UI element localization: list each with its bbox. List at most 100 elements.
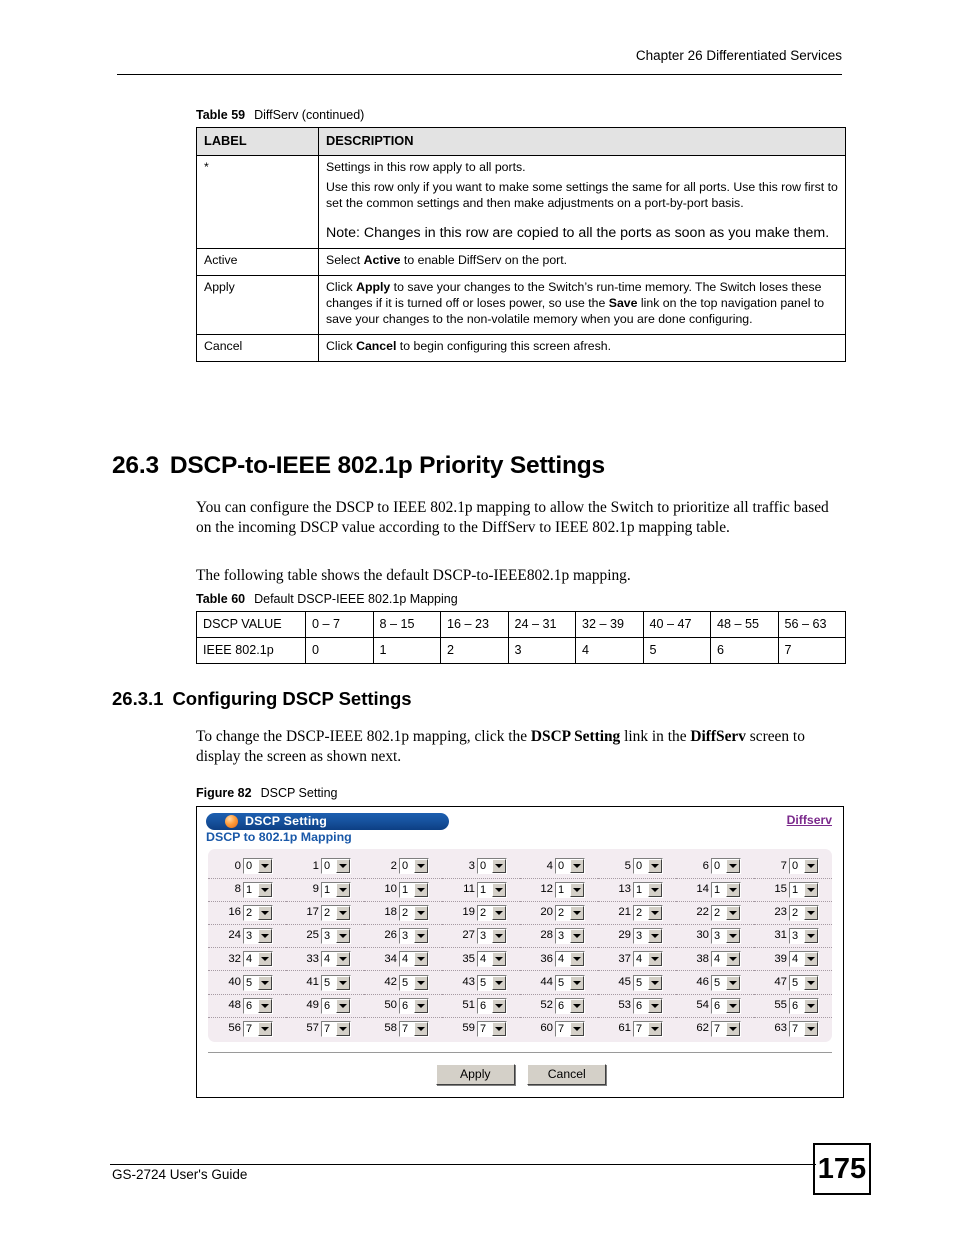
- chevron-down-icon[interactable]: [492, 929, 506, 944]
- chevron-down-icon[interactable]: [336, 859, 350, 874]
- priority-select[interactable]: 5: [477, 974, 507, 991]
- priority-select[interactable]: 1: [555, 881, 585, 898]
- chevron-down-icon[interactable]: [414, 998, 428, 1013]
- priority-select[interactable]: 0: [555, 858, 585, 875]
- chevron-down-icon[interactable]: [492, 905, 506, 920]
- chevron-down-icon[interactable]: [726, 929, 740, 944]
- priority-select[interactable]: 3: [633, 928, 663, 945]
- chevron-down-icon[interactable]: [492, 882, 506, 897]
- chevron-down-icon[interactable]: [726, 905, 740, 920]
- priority-select[interactable]: 3: [243, 928, 273, 945]
- priority-select[interactable]: 1: [711, 881, 741, 898]
- priority-select[interactable]: 0: [321, 858, 351, 875]
- priority-select[interactable]: 3: [711, 928, 741, 945]
- chevron-down-icon[interactable]: [258, 1022, 272, 1037]
- priority-select[interactable]: 3: [399, 928, 429, 945]
- chevron-down-icon[interactable]: [414, 1022, 428, 1037]
- priority-select[interactable]: 0: [633, 858, 663, 875]
- priority-select[interactable]: 2: [243, 904, 273, 921]
- chevron-down-icon[interactable]: [258, 998, 272, 1013]
- chevron-down-icon[interactable]: [336, 952, 350, 967]
- priority-select[interactable]: 1: [399, 881, 429, 898]
- chevron-down-icon[interactable]: [258, 905, 272, 920]
- chevron-down-icon[interactable]: [648, 975, 662, 990]
- priority-select[interactable]: 7: [477, 1021, 507, 1038]
- priority-select[interactable]: 6: [243, 997, 273, 1014]
- chevron-down-icon[interactable]: [804, 905, 818, 920]
- chevron-down-icon[interactable]: [414, 859, 428, 874]
- chevron-down-icon[interactable]: [570, 975, 584, 990]
- priority-select[interactable]: 7: [243, 1021, 273, 1038]
- chevron-down-icon[interactable]: [726, 952, 740, 967]
- priority-select[interactable]: 7: [711, 1021, 741, 1038]
- chevron-down-icon[interactable]: [570, 998, 584, 1013]
- priority-select[interactable]: 5: [555, 974, 585, 991]
- priority-select[interactable]: 1: [633, 881, 663, 898]
- chevron-down-icon[interactable]: [492, 859, 506, 874]
- priority-select[interactable]: 7: [789, 1021, 819, 1038]
- priority-select[interactable]: 7: [633, 1021, 663, 1038]
- chevron-down-icon[interactable]: [804, 882, 818, 897]
- priority-select[interactable]: 0: [243, 858, 273, 875]
- chevron-down-icon[interactable]: [804, 975, 818, 990]
- priority-select[interactable]: 6: [321, 997, 351, 1014]
- chevron-down-icon[interactable]: [570, 859, 584, 874]
- chevron-down-icon[interactable]: [336, 905, 350, 920]
- chevron-down-icon[interactable]: [258, 859, 272, 874]
- priority-select[interactable]: 4: [321, 951, 351, 968]
- priority-select[interactable]: 3: [789, 928, 819, 945]
- chevron-down-icon[interactable]: [726, 882, 740, 897]
- priority-select[interactable]: 4: [243, 951, 273, 968]
- chevron-down-icon[interactable]: [336, 929, 350, 944]
- chevron-down-icon[interactable]: [648, 905, 662, 920]
- priority-select[interactable]: 6: [399, 997, 429, 1014]
- priority-select[interactable]: 7: [399, 1021, 429, 1038]
- chevron-down-icon[interactable]: [804, 952, 818, 967]
- chevron-down-icon[interactable]: [414, 882, 428, 897]
- priority-select[interactable]: 2: [399, 904, 429, 921]
- priority-select[interactable]: 6: [711, 997, 741, 1014]
- priority-select[interactable]: 1: [477, 881, 507, 898]
- chevron-down-icon[interactable]: [492, 1022, 506, 1037]
- chevron-down-icon[interactable]: [648, 929, 662, 944]
- chevron-down-icon[interactable]: [726, 859, 740, 874]
- priority-select[interactable]: 5: [399, 974, 429, 991]
- priority-select[interactable]: 4: [399, 951, 429, 968]
- chevron-down-icon[interactable]: [258, 952, 272, 967]
- chevron-down-icon[interactable]: [648, 859, 662, 874]
- priority-select[interactable]: 0: [789, 858, 819, 875]
- priority-select[interactable]: 2: [789, 904, 819, 921]
- priority-select[interactable]: 2: [555, 904, 585, 921]
- chevron-down-icon[interactable]: [414, 952, 428, 967]
- priority-select[interactable]: 1: [321, 881, 351, 898]
- chevron-down-icon[interactable]: [726, 975, 740, 990]
- chevron-down-icon[interactable]: [804, 998, 818, 1013]
- chevron-down-icon[interactable]: [336, 882, 350, 897]
- priority-select[interactable]: 6: [633, 997, 663, 1014]
- chevron-down-icon[interactable]: [648, 882, 662, 897]
- chevron-down-icon[interactable]: [648, 998, 662, 1013]
- priority-select[interactable]: 2: [477, 904, 507, 921]
- priority-select[interactable]: 6: [477, 997, 507, 1014]
- priority-select[interactable]: 0: [711, 858, 741, 875]
- chevron-down-icon[interactable]: [648, 952, 662, 967]
- chevron-down-icon[interactable]: [414, 975, 428, 990]
- priority-select[interactable]: 3: [477, 928, 507, 945]
- priority-select[interactable]: 7: [555, 1021, 585, 1038]
- chevron-down-icon[interactable]: [414, 929, 428, 944]
- chevron-down-icon[interactable]: [570, 929, 584, 944]
- chevron-down-icon[interactable]: [570, 882, 584, 897]
- chevron-down-icon[interactable]: [258, 929, 272, 944]
- priority-select[interactable]: 5: [243, 974, 273, 991]
- priority-select[interactable]: 4: [477, 951, 507, 968]
- priority-select[interactable]: 5: [633, 974, 663, 991]
- chevron-down-icon[interactable]: [258, 975, 272, 990]
- priority-select[interactable]: 4: [555, 951, 585, 968]
- diffserv-link[interactable]: Diffserv: [787, 813, 832, 827]
- priority-select[interactable]: 3: [555, 928, 585, 945]
- priority-select[interactable]: 5: [321, 974, 351, 991]
- priority-select[interactable]: 5: [789, 974, 819, 991]
- chevron-down-icon[interactable]: [336, 1022, 350, 1037]
- priority-select[interactable]: 3: [321, 928, 351, 945]
- chevron-down-icon[interactable]: [570, 905, 584, 920]
